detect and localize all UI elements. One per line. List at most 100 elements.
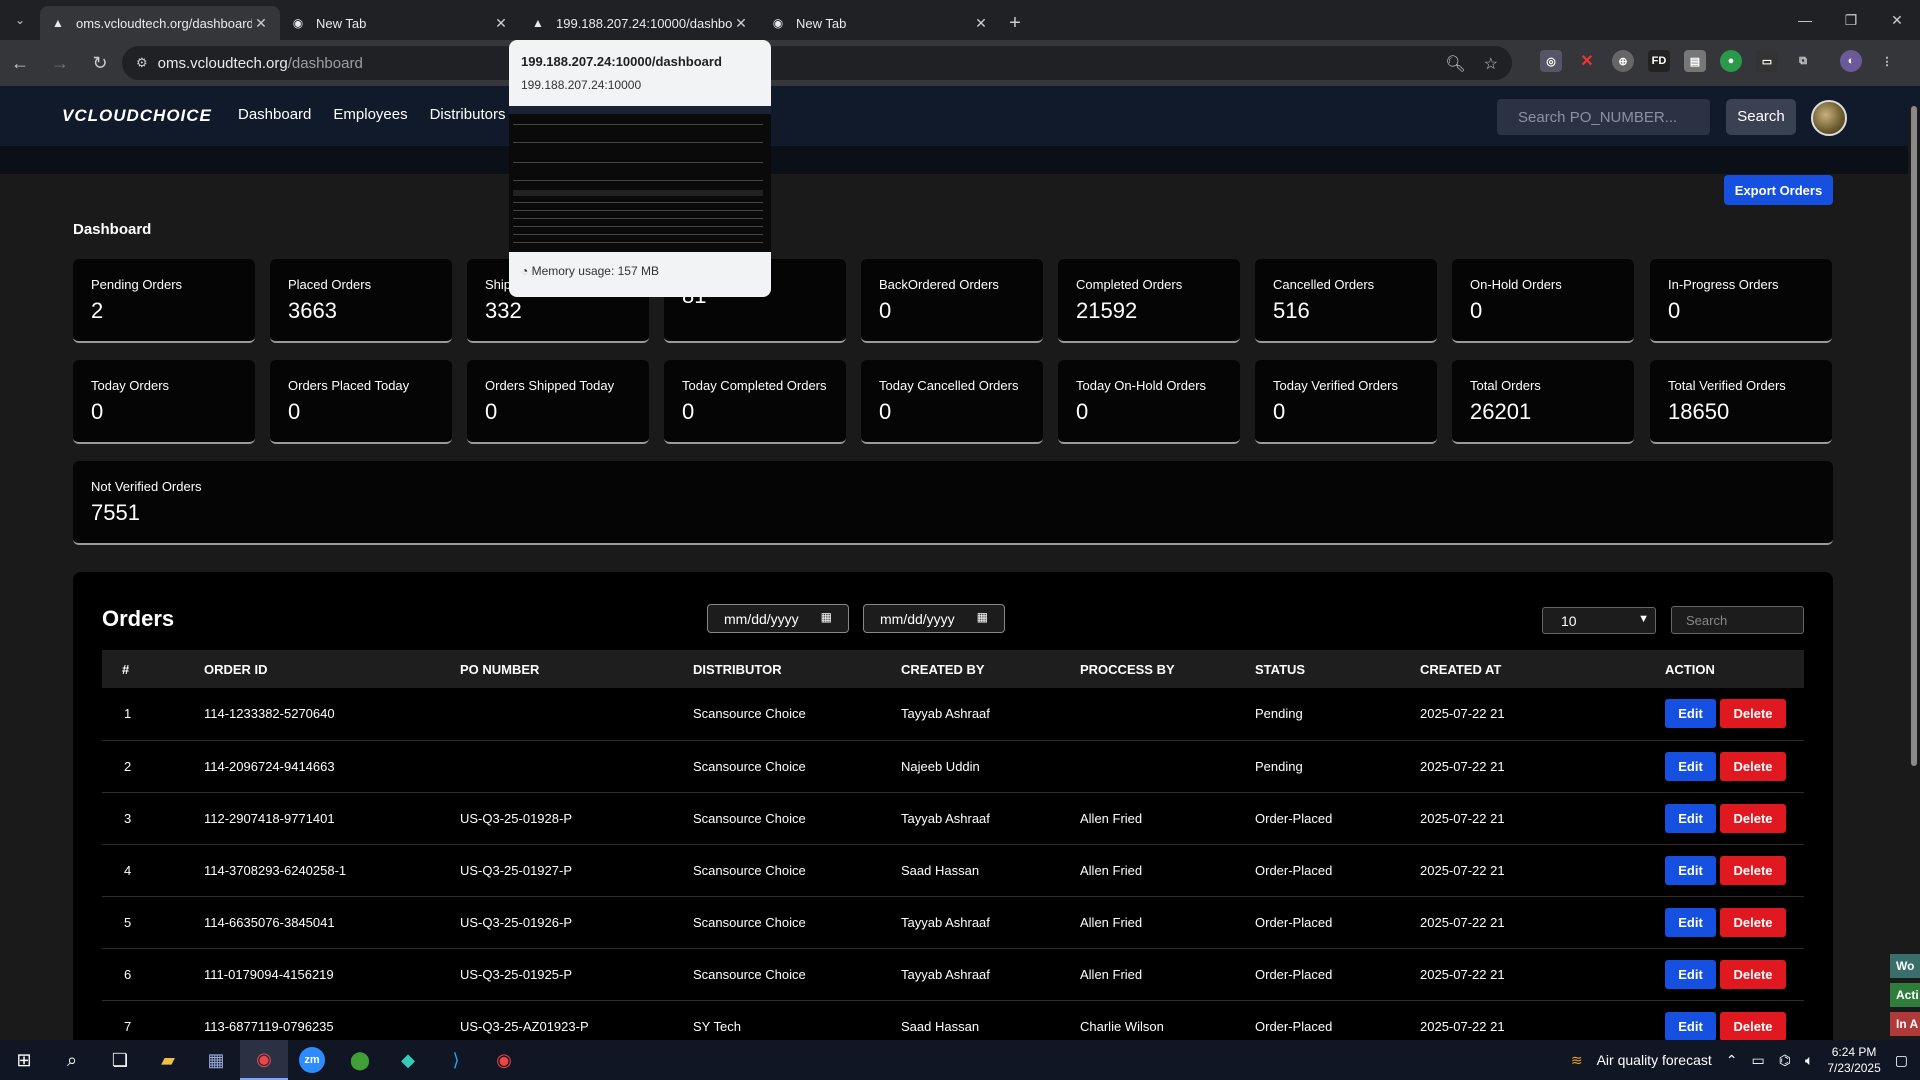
po-search-input[interactable]: Search PO_NUMBER...: [1497, 99, 1710, 135]
clock[interactable]: 6:24 PM 7/23/2025: [1827, 1044, 1880, 1076]
delete-button[interactable]: Delete: [1720, 803, 1786, 833]
windows-start-icon[interactable]: ⊞: [0, 1040, 48, 1080]
calendar-icon[interactable]: ▦: [977, 610, 988, 624]
close-icon[interactable]: ✕: [492, 15, 510, 32]
zoom-icon[interactable]: 🔍︎: [1445, 54, 1465, 74]
page-size-select[interactable]: 10 ▼: [1542, 607, 1656, 634]
chrome-taskbar-icon[interactable]: ◉: [240, 1040, 288, 1080]
stat-card-wide: Not Verified Orders 7551: [73, 461, 1833, 545]
edit-button[interactable]: Edit: [1665, 751, 1716, 781]
app-teal-icon[interactable]: ◆: [384, 1040, 432, 1080]
scrollbar-thumb[interactable]: [1911, 106, 1917, 766]
edit-button[interactable]: Edit: [1665, 855, 1716, 885]
edit-button[interactable]: Edit: [1665, 803, 1716, 833]
extension-battery-icon[interactable]: ▭: [1756, 50, 1778, 72]
extension-globe-icon[interactable]: ⊕: [1612, 50, 1634, 72]
stat-label: Total Verified Orders: [1668, 378, 1786, 393]
reload-icon[interactable]: ↻: [80, 43, 120, 83]
zoom-app-icon[interactable]: zm: [288, 1040, 336, 1080]
mongodb-icon[interactable]: ⬤: [336, 1040, 384, 1080]
date-to-input[interactable]: mm/dd/yyyy ▦: [863, 604, 1005, 633]
date-from-input[interactable]: mm/dd/yyyy ▦: [707, 604, 849, 633]
profile-avatar-icon[interactable]: ◐: [1840, 50, 1862, 72]
notifications-icon[interactable]: ▢: [1895, 1052, 1908, 1069]
volume-icon[interactable]: 🔈︎: [1805, 1052, 1813, 1069]
file-explorer-icon[interactable]: ▰: [144, 1040, 192, 1080]
extension-green-icon[interactable]: ●: [1720, 50, 1742, 72]
search-icon[interactable]: ⌕: [48, 1040, 96, 1080]
tab-new-tab-1[interactable]: ◉ New Tab ✕: [280, 6, 520, 40]
delete-button[interactable]: Delete: [1720, 855, 1786, 885]
browser-tabstrip: ⌄ ▲ oms.vcloudtech.org/dashboard ✕ ◉ New…: [0, 0, 1920, 40]
tab-ip-dashboard[interactable]: ▲ 199.188.207.24:10000/dashboar ✕: [520, 6, 760, 40]
cell-process-by: Allen Fried: [1080, 966, 1143, 982]
site-info-icon[interactable]: ⚙: [136, 55, 148, 71]
battery-icon[interactable]: ▭: [1752, 1052, 1765, 1069]
side-badge[interactable]: Wo: [1890, 954, 1920, 978]
col-header[interactable]: CREATED AT: [1420, 650, 1665, 688]
minimize-icon[interactable]: —: [1782, 0, 1828, 40]
edit-button[interactable]: Edit: [1665, 1011, 1716, 1040]
delete-button[interactable]: Delete: [1720, 1011, 1786, 1040]
edit-button[interactable]: Edit: [1665, 699, 1716, 729]
back-arrow-icon[interactable]: ←: [0, 43, 40, 83]
vscode-icon[interactable]: ⟩: [432, 1040, 480, 1080]
side-badge[interactable]: In A: [1890, 1012, 1920, 1036]
nav-employees[interactable]: Employees: [333, 106, 407, 123]
export-orders-button[interactable]: Export Orders: [1724, 175, 1833, 205]
close-icon[interactable]: ✕: [732, 15, 750, 32]
store-icon[interactable]: ▦: [192, 1040, 240, 1080]
menu-kebab-icon[interactable]: ⋮: [1876, 50, 1898, 72]
new-tab-plus-icon[interactable]: +: [1000, 6, 1030, 40]
page-scrollbar[interactable]: [1908, 106, 1920, 1040]
extension-glasses-icon[interactable]: ◎: [1540, 50, 1562, 72]
bookmark-star-icon[interactable]: ☆: [1484, 54, 1498, 74]
task-view-icon[interactable]: ❏: [96, 1040, 144, 1080]
cell-order-id: 114-1233382-5270640: [204, 706, 335, 722]
extension-x-icon[interactable]: ✕: [1576, 50, 1598, 72]
restore-icon[interactable]: ❐: [1828, 0, 1874, 40]
forward-arrow-icon[interactable]: →: [40, 43, 80, 83]
stat-card: BackOrdered Orders 0: [861, 259, 1043, 343]
tab-dashboard[interactable]: ▲ oms.vcloudtech.org/dashboard ✕: [40, 6, 280, 40]
stat-value: 0: [1273, 399, 1286, 424]
extension-image-icon[interactable]: ▤: [1684, 50, 1706, 72]
delete-button[interactable]: Delete: [1720, 959, 1786, 989]
col-header[interactable]: STATUS: [1255, 650, 1420, 688]
address-bar[interactable]: ⚙ oms.vcloudtech.org/dashboard 🔍︎ ☆: [122, 46, 1512, 80]
logo[interactable]: VCLOUDCHOICE: [62, 106, 212, 126]
col-header[interactable]: PROCCESS BY: [1080, 650, 1255, 688]
col-header[interactable]: ORDER ID: [204, 650, 460, 688]
col-header[interactable]: PO NUMBER: [460, 650, 693, 688]
close-icon[interactable]: ✕: [252, 15, 270, 32]
logo-text: CLOUDCHOICE: [74, 106, 212, 125]
extension-fd-icon[interactable]: FD: [1648, 50, 1670, 72]
table-search-input[interactable]: Search: [1671, 606, 1804, 634]
col-header[interactable]: DISTRIBUTOR: [693, 650, 901, 688]
delete-button[interactable]: Delete: [1720, 751, 1786, 781]
nav-distributors[interactable]: Distributors: [430, 106, 506, 123]
chrome-profile-taskbar-icon[interactable]: ◉: [480, 1040, 528, 1080]
network-icon[interactable]: ⌬: [1779, 1052, 1791, 1069]
col-header[interactable]: #: [102, 650, 204, 688]
side-badge[interactable]: Acti: [1890, 983, 1920, 1007]
tab-search-icon[interactable]: ⌄: [0, 0, 40, 40]
col-header[interactable]: CREATED BY: [901, 650, 1080, 688]
close-icon[interactable]: ✕: [972, 15, 990, 32]
edit-button[interactable]: Edit: [1665, 959, 1716, 989]
avatar[interactable]: [1811, 100, 1847, 136]
tab-new-tab-2[interactable]: ◉ New Tab ✕: [760, 6, 1000, 40]
calendar-icon[interactable]: ▦: [821, 610, 832, 624]
nav-dashboard[interactable]: Dashboard: [238, 106, 311, 123]
edit-button[interactable]: Edit: [1665, 907, 1716, 937]
delete-button[interactable]: Delete: [1720, 699, 1786, 729]
cell-status: Order-Placed: [1255, 1018, 1333, 1034]
extensions-puzzle-icon[interactable]: ⧉: [1792, 50, 1814, 72]
cell-created-at: 2025-07-22 21: [1420, 810, 1505, 826]
weather-text[interactable]: Air quality forecast: [1597, 1052, 1712, 1068]
search-button[interactable]: Search: [1726, 99, 1796, 135]
stat-value: 26201: [1470, 399, 1532, 424]
chevron-up-icon[interactable]: ⌃: [1726, 1052, 1738, 1069]
delete-button[interactable]: Delete: [1720, 907, 1786, 937]
close-window-icon[interactable]: ✕: [1874, 0, 1920, 40]
